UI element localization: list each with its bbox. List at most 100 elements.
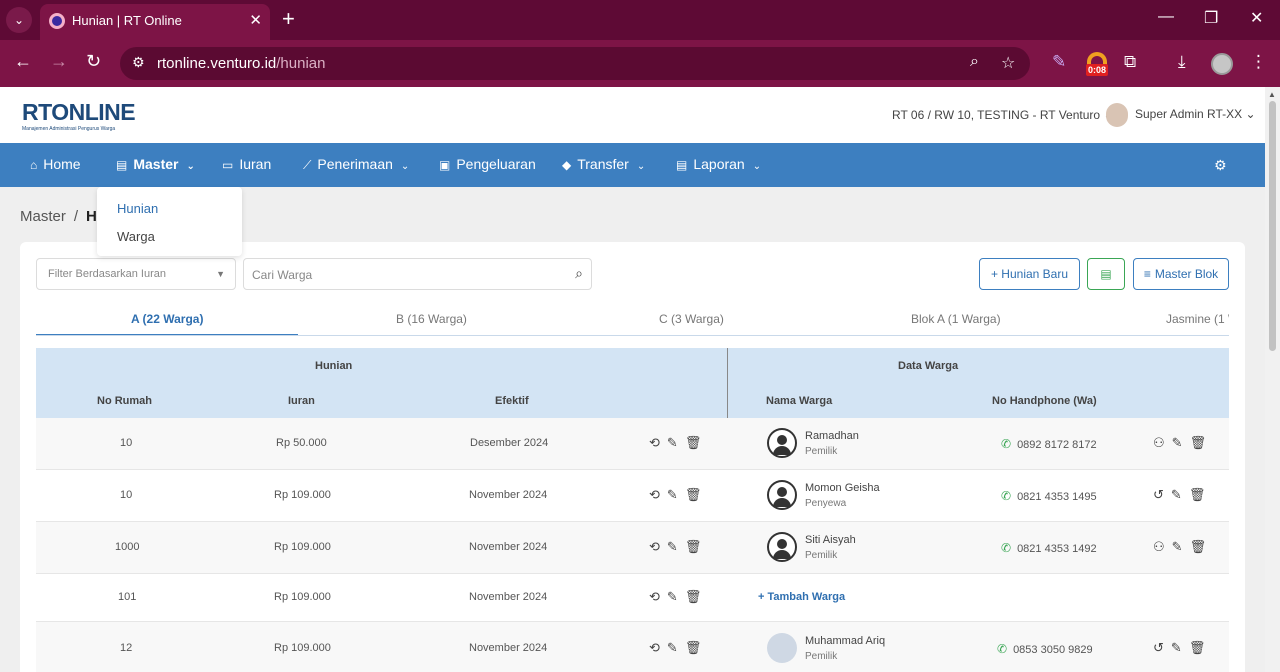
nav-iuran[interactable]: ▭ Iuran: [222, 156, 271, 172]
menu-item-hunian[interactable]: Hunian: [117, 201, 158, 216]
settings-icon[interactable]: ⚙: [1214, 157, 1227, 174]
add-user-icon[interactable]: ⚇: [1153, 539, 1172, 554]
timer-extension-icon[interactable]: 0:08: [1086, 52, 1109, 78]
edit-icon[interactable]: ✎: [667, 435, 685, 450]
feather-extension-icon[interactable]: ✎: [1052, 52, 1066, 72]
table-row: 10 Rp 109.000 November 2024 ⟲✎🗑 Momon Ge…: [36, 470, 1229, 522]
export-excel-button[interactable]: ▤: [1087, 258, 1125, 290]
back-button[interactable]: ←: [14, 51, 32, 72]
nav-pengeluaran[interactable]: ▣ Pengeluaran: [439, 156, 536, 172]
browser-menu-icon[interactable]: ⋮: [1250, 52, 1267, 72]
bookmark-star-icon[interactable]: ☆: [1001, 53, 1015, 73]
undo-icon[interactable]: ↺: [1153, 487, 1171, 502]
whatsapp-icon: ✆: [1001, 437, 1012, 451]
trash-icon[interactable]: 🗑: [1190, 435, 1214, 450]
col-no-handphone: No Handphone (Wa): [992, 395, 1097, 407]
list-icon: ≡: [1143, 267, 1151, 281]
extensions-puzzle-icon[interactable]: ⧉: [1124, 52, 1136, 72]
nav-transfer[interactable]: ◆ Transfer ⌄: [562, 156, 645, 172]
trash-icon[interactable]: 🗑: [1189, 640, 1213, 655]
edit-icon[interactable]: ✎: [667, 539, 685, 554]
edit-icon[interactable]: ✎: [1171, 487, 1189, 502]
no-rumah: 1000: [115, 541, 140, 553]
browser-tab[interactable]: Hunian | RT Online ✕: [40, 4, 270, 40]
tab-blok-c[interactable]: C (3 Warga): [659, 312, 724, 326]
menu-item-warga[interactable]: Warga: [117, 229, 155, 244]
search-input[interactable]: [252, 265, 552, 285]
history-icon[interactable]: ⟲: [649, 589, 667, 604]
iuran-value: Rp 50.000: [276, 437, 327, 449]
filter-iuran-select[interactable]: Filter Berdasarkan Iuran ▼: [36, 258, 236, 290]
history-icon[interactable]: ⟲: [649, 435, 667, 450]
edit-icon[interactable]: ✎: [1171, 640, 1189, 655]
user-menu[interactable]: Super Admin RT-XX ⌄: [1135, 107, 1256, 121]
hunian-actions: ⟲✎🗑: [649, 640, 708, 656]
undo-icon[interactable]: ↺: [1153, 640, 1171, 655]
scrollbar-thumb[interactable]: [1269, 101, 1276, 351]
user-avatar[interactable]: [1106, 103, 1128, 127]
zoom-icon[interactable]: ⌕: [970, 53, 979, 71]
add-warga-link[interactable]: + Tambah Warga: [758, 591, 845, 603]
address-bar[interactable]: ⚙ rtonline.venturo.id/hunian ⌕ ☆: [120, 47, 1030, 80]
edit-icon[interactable]: ✎: [667, 640, 685, 655]
tab-close-icon[interactable]: ✕: [249, 11, 262, 29]
avatar: [767, 480, 797, 510]
restore-button[interactable]: ❐: [1204, 8, 1218, 28]
add-user-icon[interactable]: ⚇: [1153, 435, 1172, 450]
warga-actions: ⚇✎🗑: [1153, 539, 1213, 555]
download-icon[interactable]: ⤓: [1178, 52, 1186, 72]
receipt-icon: ▣: [439, 158, 451, 172]
forward-button[interactable]: →: [50, 51, 68, 72]
master-blok-button[interactable]: ≡ Master Blok: [1133, 258, 1229, 290]
whatsapp-number[interactable]: ✆ 0892 8172 8172: [1001, 437, 1097, 451]
tab-blok-b[interactable]: B (16 Warga): [396, 312, 467, 326]
breadcrumb-parent[interactable]: Master: [20, 208, 66, 225]
scroll-up-icon[interactable]: ▲: [1268, 90, 1276, 99]
nav-master[interactable]: ▤ Master ⌄: [116, 156, 195, 172]
col-nama-warga: Nama Warga: [766, 395, 833, 407]
edit-icon[interactable]: ✎: [667, 487, 685, 502]
search-icon[interactable]: ⌕: [575, 265, 583, 282]
edit-icon[interactable]: ✎: [1172, 435, 1190, 450]
trash-icon[interactable]: 🗑: [1189, 487, 1213, 502]
tab-blok-a[interactable]: A (22 Warga): [131, 312, 203, 326]
trash-icon[interactable]: 🗑: [685, 640, 709, 655]
new-tab-button[interactable]: +: [282, 6, 295, 32]
tab-search-button[interactable]: ⌄: [6, 7, 32, 33]
efektif-value: Desember 2024: [470, 437, 549, 449]
site-info-icon[interactable]: ⚙: [132, 54, 145, 71]
add-hunian-button[interactable]: + Hunian Baru: [979, 258, 1080, 290]
close-window-button[interactable]: ✕: [1250, 8, 1263, 28]
breadcrumb: Master/Hu: [20, 208, 106, 225]
nav-home[interactable]: ⌂ Home: [30, 156, 81, 172]
rt-online-logo[interactable]: RTONLINE Manajemen Administrasi Pengurus…: [22, 99, 136, 132]
nav-laporan[interactable]: ▤ Laporan ⌄: [676, 156, 761, 172]
history-icon[interactable]: ⟲: [649, 640, 667, 655]
history-icon[interactable]: ⟲: [649, 539, 667, 554]
trash-icon[interactable]: 🗑: [1190, 539, 1214, 554]
profile-avatar[interactable]: [1211, 53, 1233, 75]
trash-icon[interactable]: 🗑: [685, 435, 709, 450]
nav-penerimaan[interactable]: ⟋ Penerimaan ⌄: [303, 156, 409, 173]
tab-blok-a2[interactable]: Blok A (1 Warga): [911, 312, 1001, 326]
chevron-down-icon: ⌄: [400, 161, 410, 172]
url-text[interactable]: rtonline.venturo.id/hunian: [157, 55, 325, 72]
minimize-button[interactable]: —: [1158, 8, 1174, 26]
whatsapp-number[interactable]: ✆ 0853 3050 9829: [997, 642, 1093, 656]
chevron-down-icon: ⌄: [752, 161, 762, 172]
table-row: 12 Rp 109.000 November 2024 ⟲✎🗑 Muhammad…: [36, 622, 1229, 672]
trash-icon[interactable]: 🗑: [685, 487, 709, 502]
reload-button[interactable]: ↻: [86, 51, 101, 72]
trash-icon[interactable]: 🗑: [685, 539, 709, 554]
edit-icon[interactable]: ✎: [667, 589, 685, 604]
history-icon[interactable]: ⟲: [649, 487, 667, 502]
rt-selector[interactable]: RT 06 / RW 10, TESTING - RT Venturo ⌄: [892, 108, 1113, 122]
trash-icon[interactable]: 🗑: [685, 589, 709, 604]
whatsapp-number[interactable]: ✆ 0821 4353 1492: [1001, 541, 1097, 555]
iuran-value: Rp 109.000: [274, 541, 331, 553]
tab-jasmine[interactable]: Jasmine (1 Warga): [1166, 312, 1229, 326]
edit-icon[interactable]: ✎: [1172, 539, 1190, 554]
whatsapp-number[interactable]: ✆ 0821 4353 1495: [1001, 489, 1097, 503]
page-scrollbar[interactable]: ▲: [1265, 87, 1280, 672]
main-navigation: ⌂ Home ▤ Master ⌄ ▭ Iuran ⟋ Penerimaan ⌄ ▣ Peng…: [0, 143, 1265, 187]
